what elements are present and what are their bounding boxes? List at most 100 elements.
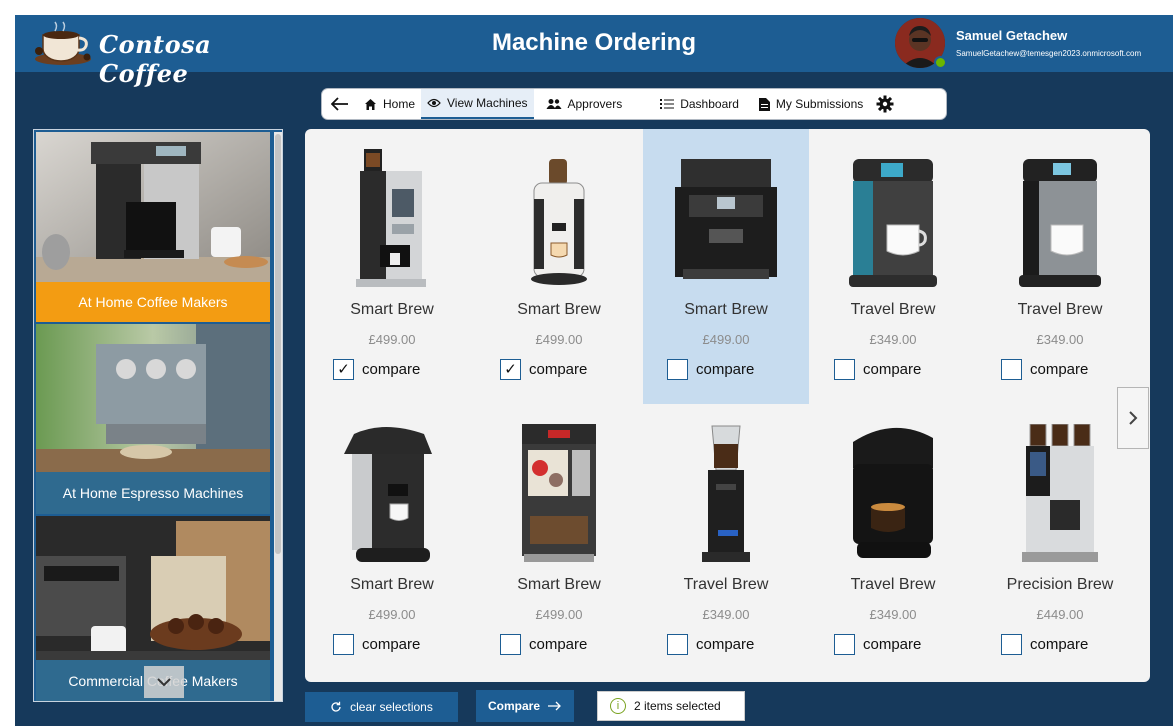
product-grid: Smart Brew £499.00 ✓ compare Smart Brew … — [305, 129, 1150, 682]
capsule-machine-silver-icon — [344, 427, 432, 562]
checkbox-unchecked[interactable] — [667, 358, 688, 380]
compare-label: compare — [529, 635, 588, 653]
next-page-button[interactable] — [1117, 387, 1149, 449]
chevron-right-icon — [1128, 411, 1137, 425]
compare-button[interactable]: Compare — [476, 690, 574, 722]
compare-label: compare — [529, 360, 588, 378]
compare-checkbox[interactable]: compare — [333, 633, 420, 655]
brand-logo[interactable]: Contosa Coffee — [33, 21, 303, 88]
product-price: £499.00 — [368, 607, 416, 622]
product-card[interactable]: Travel Brew £349.00 compare — [977, 129, 1143, 404]
product-name: Smart Brew — [517, 576, 601, 593]
checkbox-unchecked[interactable] — [834, 358, 855, 380]
coffee-grinder-icon — [702, 425, 750, 562]
product-image — [671, 414, 781, 564]
product-image — [1005, 414, 1115, 564]
checkbox-unchecked[interactable] — [500, 633, 521, 655]
compare-label: compare — [863, 635, 922, 653]
product-card[interactable]: Smart Brew £499.00 compare — [476, 404, 642, 679]
checkbox-checked[interactable]: ✓ — [500, 358, 521, 380]
compare-label: compare — [863, 360, 922, 378]
nav-item-my-submissions[interactable]: My Submissions — [753, 89, 869, 119]
product-card[interactable]: Smart Brew £499.00 compare — [309, 404, 475, 679]
nav-item-label: Dashboard — [680, 97, 739, 111]
product-image — [838, 414, 948, 564]
checkbox-unchecked[interactable] — [1001, 633, 1022, 655]
product-price: £349.00 — [702, 607, 750, 622]
product-name: Smart Brew — [517, 301, 601, 318]
compare-checkbox[interactable]: ✓ compare — [500, 358, 587, 380]
eye-icon — [427, 98, 441, 108]
product-card[interactable]: Travel Brew £349.00 compare — [810, 404, 976, 679]
home-icon — [365, 98, 376, 110]
checkbox-unchecked[interactable] — [1001, 358, 1022, 380]
coffee-cup-logo-icon — [35, 21, 91, 65]
product-card-selected[interactable]: Smart Brew £499.00 compare — [643, 129, 809, 404]
product-image — [504, 414, 614, 564]
nav-item-view-machines[interactable]: View Machines — [421, 89, 534, 119]
compare-checkbox[interactable]: compare — [667, 633, 754, 655]
scroll-down-button[interactable] — [144, 666, 184, 698]
back-button[interactable] — [322, 89, 358, 119]
product-card[interactable]: Smart Brew £499.00 ✓ compare — [476, 129, 642, 404]
nav-item-dashboard[interactable]: Dashboard — [654, 89, 745, 119]
bean-to-cup-machine-icon — [531, 159, 587, 285]
category-sidebar: At Home Coffee Makers At Home Espresso M… — [33, 129, 283, 702]
compare-label: compare — [362, 635, 421, 653]
product-name: Travel Brew — [683, 576, 769, 593]
compare-checkbox[interactable]: compare — [1001, 633, 1088, 655]
pod-brewer-black-icon — [1019, 159, 1101, 287]
compare-checkbox[interactable]: compare — [500, 633, 587, 655]
compare-checkbox[interactable]: compare — [834, 633, 921, 655]
app-window: Contosa Coffee Machine Ordering Samuel G… — [15, 15, 1173, 726]
nav-item-home[interactable]: Home — [358, 89, 421, 119]
checkbox-checked[interactable]: ✓ — [333, 358, 354, 380]
product-name: Precision Brew — [1006, 576, 1114, 593]
product-name: Smart Brew — [684, 301, 768, 318]
product-name: Travel Brew — [1017, 301, 1103, 318]
compare-checkbox[interactable]: compare — [834, 358, 921, 380]
product-card[interactable]: Travel Brew £349.00 compare — [810, 129, 976, 404]
gear-icon — [876, 95, 894, 113]
sidebar-scrollbar[interactable] — [274, 132, 282, 701]
product-card[interactable]: Travel Brew £349.00 compare — [643, 404, 809, 679]
product-image — [659, 139, 793, 289]
product-name: Travel Brew — [850, 301, 936, 318]
compare-checkbox[interactable]: compare — [1001, 358, 1088, 380]
product-image — [504, 139, 614, 289]
product-price: £499.00 — [535, 332, 583, 347]
nav-bar: Home View Machines Approvers Dashboard M… — [321, 88, 947, 120]
settings-button[interactable] — [869, 89, 901, 119]
selection-status: i 2 items selected — [597, 691, 745, 721]
product-price: £499.00 — [702, 332, 750, 347]
category-at-home-espresso-machines[interactable]: At Home Espresso Machines — [36, 324, 270, 514]
category-at-home-coffee-makers[interactable]: At Home Coffee Makers — [36, 132, 270, 322]
drink-vending-machine-icon — [522, 424, 596, 562]
document-icon — [758, 97, 770, 111]
product-image — [337, 139, 447, 289]
nav-item-approvers[interactable]: Approvers — [540, 89, 629, 119]
compare-label: compare — [696, 635, 755, 653]
brand-name: Contosa Coffee — [99, 30, 212, 88]
checkbox-unchecked[interactable] — [834, 633, 855, 655]
product-price: £449.00 — [1036, 607, 1084, 622]
scrollbar-thumb[interactable] — [275, 134, 281, 554]
capsule-machine-black-icon — [853, 427, 933, 558]
product-card[interactable]: Smart Brew £499.00 ✓ compare — [309, 129, 475, 404]
user-email: SamuelGetachew@temesgen2023.onmicrosoft.… — [956, 49, 1142, 58]
product-name: Smart Brew — [350, 576, 434, 593]
compare-checkbox[interactable]: ✓ compare — [333, 358, 420, 380]
compare-checkbox[interactable]: compare — [667, 358, 754, 380]
product-price: £349.00 — [1036, 332, 1084, 347]
arrow-right-icon — [548, 701, 561, 711]
clear-selections-button[interactable]: clear selections — [305, 692, 458, 722]
commercial-espresso-icon — [1022, 424, 1098, 562]
compare-label: compare — [1030, 360, 1089, 378]
product-price: £349.00 — [869, 607, 917, 622]
product-image — [337, 414, 447, 564]
checkbox-unchecked[interactable] — [333, 633, 354, 655]
product-price: £499.00 — [368, 332, 416, 347]
checkbox-unchecked[interactable] — [667, 633, 688, 655]
list-icon — [660, 99, 675, 109]
product-image — [838, 139, 948, 289]
